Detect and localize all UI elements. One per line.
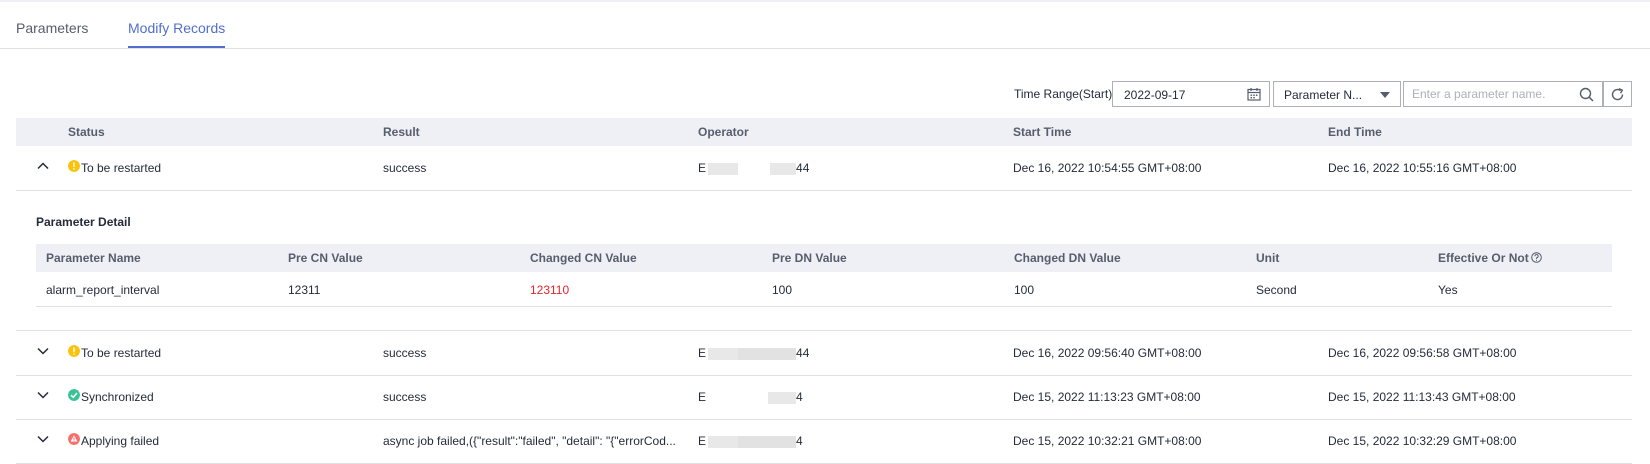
help-icon[interactable]	[1530, 252, 1542, 263]
end-time: Dec 15, 2022 10:32:29 GMT+08:00	[1328, 434, 1517, 448]
table-row: Synchronized success E4 Dec 15, 2022 11:…	[16, 375, 1632, 420]
parameter-detail-panel: Parameter Detail Parameter Name Pre CN V…	[16, 191, 1632, 331]
operator-cell: E4	[698, 434, 803, 448]
operator-prefix: E	[698, 161, 707, 175]
header-pre-dn-value: Pre DN Value	[772, 251, 847, 265]
time-range-label: Time Range(Start)	[1014, 87, 1113, 101]
operator-cell: E4	[698, 390, 803, 404]
active-tab-indicator	[128, 46, 225, 48]
header-effective-label: Effective Or Not	[1438, 251, 1529, 265]
search-icon[interactable]	[1579, 87, 1594, 102]
header-end-time: End Time	[1328, 125, 1382, 139]
table-row: To be restarted success E 44 Dec 16, 2022…	[16, 331, 1632, 376]
header-pre-cn-value: Pre CN Value	[288, 251, 363, 265]
end-time: Dec 16, 2022 09:56:58 GMT+08:00	[1328, 346, 1517, 360]
end-time: Dec 15, 2022 11:13:43 GMT+08:00	[1328, 390, 1516, 404]
operator-prefix: E	[698, 390, 707, 404]
redacted-mask	[770, 162, 797, 175]
error-status-icon	[68, 433, 80, 445]
refresh-button[interactable]	[1603, 81, 1632, 107]
chevron-up-icon[interactable]	[36, 159, 50, 173]
header-operator: Operator	[698, 125, 749, 139]
operator-suffix: 44	[796, 161, 810, 175]
header-parameter-name: Parameter Name	[46, 251, 141, 265]
tab-modify-records[interactable]: Modify Records	[128, 20, 225, 36]
redacted-mask	[738, 435, 797, 448]
redacted-mask	[740, 162, 771, 175]
result-text: success	[383, 390, 427, 404]
caret-down-icon	[1380, 92, 1390, 98]
success-status-icon	[68, 389, 80, 401]
pre-dn-value: 100	[772, 283, 793, 297]
start-time: Dec 15, 2022 11:13:23 GMT+08:00	[1013, 390, 1201, 404]
status-text: To be restarted	[81, 161, 162, 175]
redacted-mask	[708, 162, 739, 175]
changed-dn-value: 100	[1014, 283, 1035, 297]
redacted-mask	[738, 347, 797, 360]
records-table-header: Status Result Operator Start Time End Ti…	[16, 118, 1632, 146]
operator-suffix: 4	[796, 434, 803, 448]
header-changed-dn-value: Changed DN Value	[1014, 251, 1121, 265]
end-time: Dec 16, 2022 10:55:16 GMT+08:00	[1328, 161, 1517, 175]
table-row: To be restarted success E 44 Dec 16, 2022…	[16, 146, 1632, 191]
search-input[interactable]	[1412, 86, 1572, 102]
operator-cell: E 44	[698, 161, 809, 175]
result-text: async job failed,({"result":"failed", "d…	[383, 434, 676, 448]
changed-cn-value: 123110	[530, 283, 570, 297]
chevron-down-icon[interactable]	[36, 344, 50, 358]
search-box[interactable]	[1403, 81, 1603, 107]
operator-suffix: 4	[796, 390, 803, 404]
header-effective: Effective Or Not	[1438, 251, 1542, 265]
parameter-name: alarm_report_interval	[46, 283, 160, 297]
redacted-mask	[708, 347, 739, 360]
warning-status-icon	[68, 160, 80, 172]
detail-table-header: Parameter Name Pre CN Value Changed CN V…	[36, 244, 1612, 272]
calendar-icon[interactable]	[1247, 87, 1261, 101]
status-text: To be restarted	[81, 346, 162, 360]
header-unit: Unit	[1256, 251, 1280, 265]
chevron-down-icon[interactable]	[36, 388, 50, 402]
effective-value: Yes	[1438, 283, 1458, 297]
status-text: Synchronized	[81, 390, 154, 404]
chevron-down-icon[interactable]	[36, 432, 50, 446]
status-text: Applying failed	[81, 434, 160, 448]
header-start-time: Start Time	[1013, 125, 1072, 139]
operator-prefix: E	[698, 434, 707, 448]
result-text: success	[383, 346, 427, 360]
start-time: Dec 16, 2022 10:54:55 GMT+08:00	[1013, 161, 1202, 175]
operator-cell: E 44	[698, 346, 809, 360]
redacted-mask	[708, 435, 739, 448]
pre-cn-value: 12311	[288, 283, 321, 297]
operator-suffix: 44	[796, 346, 810, 360]
redacted-mask	[768, 391, 797, 404]
warning-status-icon	[68, 345, 80, 357]
filter-select[interactable]: Parameter N...	[1273, 81, 1401, 107]
filter-select-value: Parameter N...	[1284, 88, 1363, 102]
redacted-mask	[708, 391, 769, 404]
tab-parameters[interactable]: Parameters	[16, 20, 88, 36]
parameter-detail-title: Parameter Detail	[36, 215, 131, 229]
start-time: Dec 15, 2022 10:32:21 GMT+08:00	[1013, 434, 1202, 448]
detail-table-row: alarm_report_interval 12311 123110 100 1…	[36, 272, 1612, 307]
start-time: Dec 16, 2022 09:56:40 GMT+08:00	[1013, 346, 1202, 360]
result-text: success	[383, 161, 427, 175]
header-changed-cn-value: Changed CN Value	[530, 251, 637, 265]
header-status: Status	[68, 125, 105, 139]
unit-value: Second	[1256, 283, 1297, 297]
table-row: Applying failed async job failed,({"resu…	[16, 419, 1632, 464]
date-value: 2022-09-17	[1124, 88, 1186, 102]
header-result: Result	[383, 125, 420, 139]
refresh-icon	[1611, 87, 1624, 101]
tab-bar: Parameters Modify Records	[0, 2, 1650, 49]
operator-prefix: E	[698, 346, 707, 360]
date-picker[interactable]: 2022-09-17	[1112, 81, 1270, 107]
